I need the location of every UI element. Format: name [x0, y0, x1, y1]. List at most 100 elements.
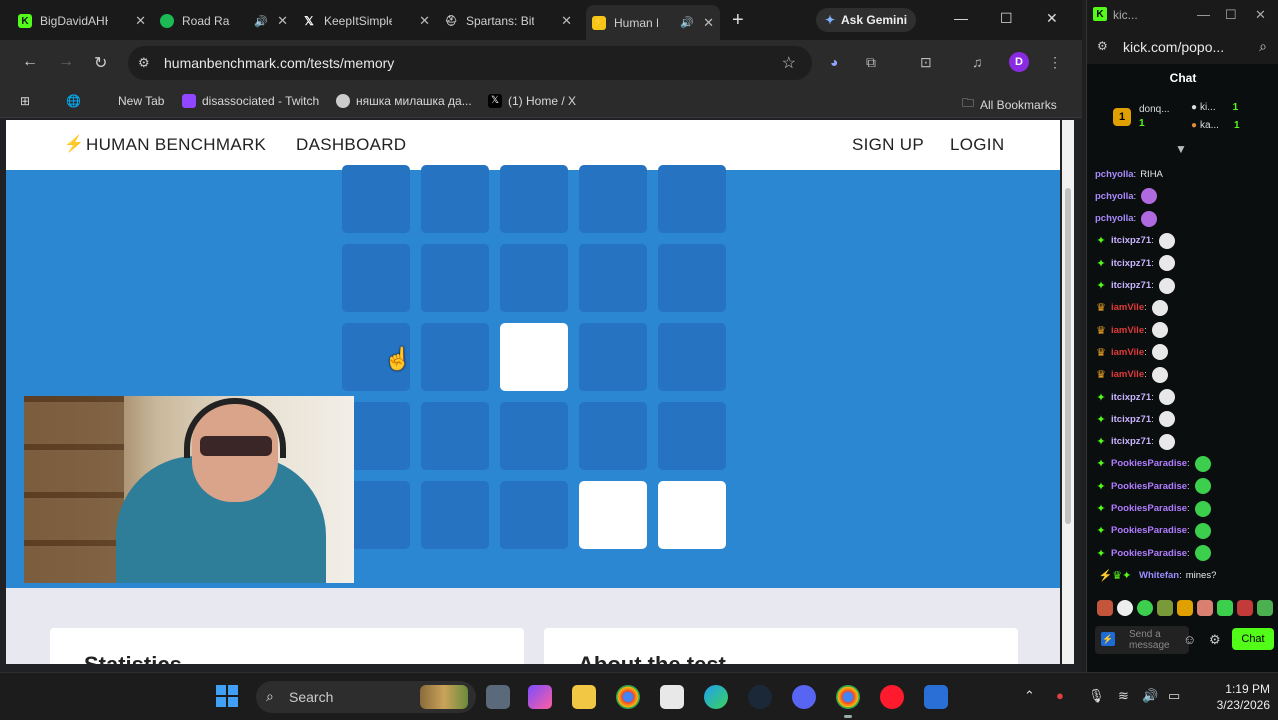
scrollbar-thumb[interactable] — [1065, 188, 1071, 524]
chat-username[interactable]: itcixpz71 — [1111, 414, 1151, 425]
wifi-icon[interactable]: ≋ — [1118, 688, 1129, 704]
memory-tile[interactable] — [421, 481, 489, 549]
emote-icon[interactable] — [1117, 600, 1133, 616]
chat-username[interactable]: PookiesParadise — [1111, 525, 1187, 536]
edge-icon[interactable] — [704, 685, 728, 709]
windows-start-icon[interactable] — [216, 685, 238, 707]
close-window-icon[interactable]: ✕ — [1255, 7, 1266, 23]
task-view-icon[interactable] — [486, 685, 510, 709]
minimize-icon[interactable]: — — [1197, 7, 1210, 22]
emote-icon[interactable] — [1217, 600, 1233, 616]
chat-settings-icon[interactable]: ⚡ — [1101, 632, 1115, 646]
memory-tile[interactable] — [579, 402, 647, 470]
chrome-active-icon[interactable] — [836, 685, 860, 718]
media-control-icon[interactable]: ♫ — [972, 54, 983, 70]
store-icon[interactable] — [660, 685, 684, 709]
tab-human-benchmark[interactable]: ⚡ Human B 🔊 ✕ — [586, 5, 720, 40]
chat-username[interactable]: iamVile — [1111, 369, 1144, 380]
chat-username[interactable]: itcixpz71 — [1111, 436, 1151, 447]
bookmark-twitch[interactable]: disassociated - Twitch — [182, 94, 319, 108]
microphone-icon[interactable]: 🎙 — [1088, 688, 1105, 704]
chrome-icon[interactable] — [616, 685, 640, 709]
login-link[interactable]: LOGIN — [950, 135, 1004, 155]
chat-username[interactable]: itcixpz71 — [1111, 258, 1151, 269]
puzzle-extensions-icon[interactable]: ⧉ — [866, 54, 876, 71]
tray-chevron-icon[interactable]: ⌃ — [1024, 688, 1035, 704]
clock[interactable]: 1:19 PM 3/23/2026 — [1196, 681, 1270, 713]
memory-tile[interactable] — [579, 323, 647, 391]
popup-url[interactable]: kick.com/popo... — [1123, 39, 1224, 55]
apps-grid-icon[interactable]: ⊞ — [20, 94, 30, 108]
opera-icon[interactable] — [880, 685, 904, 709]
profile-avatar[interactable]: D — [1009, 52, 1029, 72]
reload-icon[interactable]: ↻ — [94, 53, 107, 73]
battery-icon[interactable]: ▭ — [1168, 688, 1180, 704]
emote-icon[interactable] — [1197, 600, 1213, 616]
app-icon[interactable] — [924, 685, 948, 709]
emote-icon[interactable] — [1237, 600, 1253, 616]
extension-icon[interactable]: ◕ — [830, 54, 838, 70]
chat-send-button[interactable]: Chat — [1232, 628, 1274, 650]
chat-username[interactable]: PookiesParadise — [1111, 458, 1187, 469]
brand-link[interactable]: HUMAN BENCHMARK — [86, 135, 266, 155]
memory-tile[interactable] — [658, 244, 726, 312]
chat-username[interactable]: iamVile — [1111, 347, 1144, 358]
chat-username[interactable]: iamVile — [1111, 325, 1144, 336]
memory-tile-lit[interactable] — [579, 481, 647, 549]
memory-tile[interactable] — [658, 402, 726, 470]
memory-tile[interactable] — [500, 165, 568, 233]
speaker-icon[interactable]: 🔊 — [254, 15, 268, 28]
emote-icon[interactable] — [1257, 600, 1273, 616]
page-scrollbar[interactable] — [1062, 120, 1074, 664]
tab-kick[interactable]: K BigDavidAHH ✕ — [18, 7, 152, 35]
back-arrow-icon[interactable]: ← — [22, 53, 38, 71]
taskbar-search[interactable]: ⌕ Search — [256, 681, 476, 713]
popup-address-bar[interactable]: ⚙ kick.com/popo... ⌕ — [1087, 30, 1278, 64]
memory-tile[interactable] — [421, 244, 489, 312]
minimize-icon[interactable]: — — [954, 10, 968, 26]
memory-tile[interactable] — [421, 165, 489, 233]
bookmark-new-tab[interactable]: New Tab — [118, 94, 164, 108]
speaker-icon[interactable]: 🔊 — [680, 16, 694, 29]
close-window-icon[interactable]: ✕ — [1046, 10, 1058, 27]
memory-tile[interactable] — [421, 402, 489, 470]
close-icon[interactable]: ✕ — [561, 13, 572, 29]
chat-username[interactable]: iamVile — [1111, 302, 1144, 313]
ask-gemini-button[interactable]: ✦ Ask Gemini — [816, 8, 916, 32]
bookmark-nyashka[interactable]: няшка милашка да... — [336, 94, 472, 108]
emote-icon[interactable] — [1137, 600, 1153, 616]
chat-username[interactable]: PookiesParadise — [1111, 503, 1187, 514]
memory-tile-lit[interactable] — [658, 481, 726, 549]
close-icon[interactable]: ✕ — [135, 13, 146, 29]
forward-arrow-icon[interactable]: → — [58, 53, 74, 71]
steam-icon[interactable] — [748, 685, 772, 709]
site-info-icon[interactable]: ⚙ — [1097, 39, 1108, 53]
chat-input[interactable]: ⚡ Send a message — [1095, 626, 1189, 654]
tray-app-icon[interactable]: ● — [1056, 688, 1064, 703]
chat-username[interactable]: PookiesParadise — [1111, 481, 1187, 492]
file-explorer-icon[interactable] — [572, 685, 596, 709]
address-url[interactable]: humanbenchmark.com/tests/memory — [164, 55, 394, 71]
new-tab-button[interactable]: + — [732, 9, 744, 32]
tab-search-icon[interactable]: ⊡ — [920, 54, 932, 71]
zoom-icon[interactable]: ⌕ — [1259, 38, 1267, 55]
emote-icon[interactable] — [1157, 600, 1173, 616]
globe-icon[interactable]: 🌐 — [66, 94, 81, 108]
signup-link[interactable]: SIGN UP — [852, 135, 924, 155]
chat-username[interactable]: itcixpz71 — [1111, 392, 1151, 403]
chat-username[interactable]: itcixpz71 — [1111, 235, 1151, 246]
emote-icon[interactable] — [1097, 600, 1113, 616]
emoji-icon[interactable]: ☺ — [1183, 632, 1196, 647]
memory-tile[interactable] — [342, 165, 410, 233]
tab-spartans[interactable]: ⛑ Spartans: Bit ✕ — [444, 7, 578, 35]
emote-icon[interactable] — [1177, 600, 1193, 616]
memory-tile[interactable] — [500, 244, 568, 312]
bookmark-star-icon[interactable]: ☆ — [782, 53, 796, 73]
memory-tile[interactable] — [500, 402, 568, 470]
copilot-icon[interactable] — [528, 685, 552, 709]
tab-spotify[interactable]: Road Ra 🔊 ✕ — [160, 7, 294, 35]
memory-tile-lit[interactable] — [500, 323, 568, 391]
volume-icon[interactable]: 🔊 — [1142, 688, 1158, 704]
address-bar[interactable]: ⚙ humanbenchmark.com/tests/memory ☆ — [128, 46, 812, 80]
menu-dots-icon[interactable]: ⋮ — [1048, 54, 1062, 71]
